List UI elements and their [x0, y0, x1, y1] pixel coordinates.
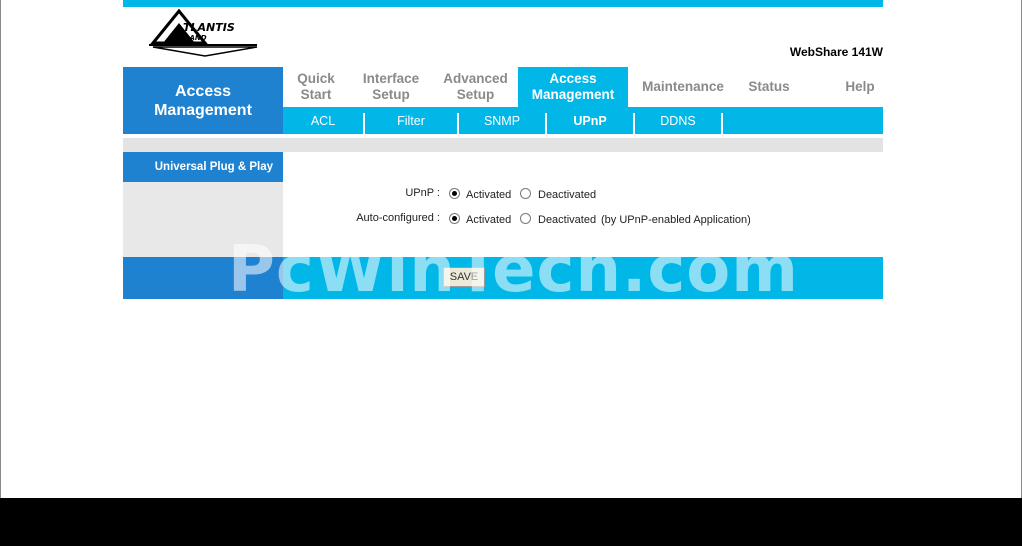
watermark-text: PcWinTech.com [228, 233, 799, 307]
tab-access-management[interactable]: Access Management [518, 67, 628, 107]
tab-label: Start [300, 87, 332, 102]
upnp-row: UPnP : Activated Deactivated [283, 187, 883, 203]
auto-configured-row: Auto-configured : Activated Deactivated … [283, 212, 883, 228]
top-stripe [123, 0, 883, 7]
main-nav: Access Management Quick Start Interface Set… [123, 67, 883, 134]
model-name: WebShare 141W [789, 45, 883, 59]
auto-configured-label: Auto-configured : [356, 212, 440, 224]
auto-deactivated-label: Deactivated [538, 214, 597, 226]
sub-nav: ACL Filter SNMP UPnP DDNS [283, 107, 883, 134]
upnp-activated-radio[interactable] [449, 188, 460, 199]
subtab-acl[interactable]: ACL [283, 107, 363, 134]
tab-label: Quick [297, 71, 335, 86]
tab-help[interactable]: Help [823, 67, 897, 107]
auto-activated-label: Activated [466, 214, 512, 226]
tab-quick-start[interactable]: Quick Start [283, 67, 349, 107]
svg-text:LAND: LAND [185, 34, 207, 42]
upnp-label: UPnP : [405, 187, 440, 199]
tab-label: Advanced [443, 71, 508, 86]
tab-label: Management [531, 87, 615, 102]
tab-label: Help [845, 79, 875, 94]
divider-bar [123, 138, 883, 152]
tab-maintenance[interactable]: Maintenance [633, 67, 733, 107]
tab-status[interactable]: Status [733, 67, 805, 107]
section-title-line2: Management [154, 101, 252, 119]
tab-label: Interface [362, 71, 420, 86]
tab-label: Setup [456, 87, 495, 102]
subtab-ddns[interactable]: DDNS [635, 107, 721, 134]
auto-activated-radio[interactable] [449, 213, 460, 224]
tab-label: Status [748, 79, 790, 94]
svg-text:TLANTIS: TLANTIS [183, 21, 235, 34]
subtab-upnp[interactable]: UPnP [547, 107, 633, 134]
subtab-filter[interactable]: Filter [365, 107, 457, 134]
upnp-deactivated-radio[interactable] [520, 188, 531, 199]
nav-tabs: Quick Start Interface Setup Advanced Setup … [283, 67, 883, 107]
tab-advanced-setup[interactable]: Advanced Setup [433, 67, 518, 107]
subnav-separator [721, 113, 723, 134]
subtab-snmp[interactable]: SNMP [459, 107, 545, 134]
section-title-line1: Access [174, 82, 232, 100]
auto-deactivated-radio[interactable] [520, 213, 531, 224]
upnp-deactivated-label: Deactivated [538, 189, 597, 201]
window-left-border [0, 0, 1, 498]
tab-label: Setup [372, 87, 410, 102]
auto-configured-note: (by UPnP-enabled Application) [601, 214, 751, 226]
upnp-activated-label: Activated [466, 189, 512, 201]
tab-label: Maintenance [642, 79, 724, 94]
section-title: Access Management [123, 67, 283, 134]
tab-interface-setup[interactable]: Interface Setup [349, 67, 433, 107]
tab-label: Access [549, 71, 597, 86]
side-section-label: Universal Plug & Play [123, 152, 283, 182]
bottom-black-bar [0, 498, 1022, 546]
atlantis-logo: TLANTIS LAND [149, 9, 258, 57]
